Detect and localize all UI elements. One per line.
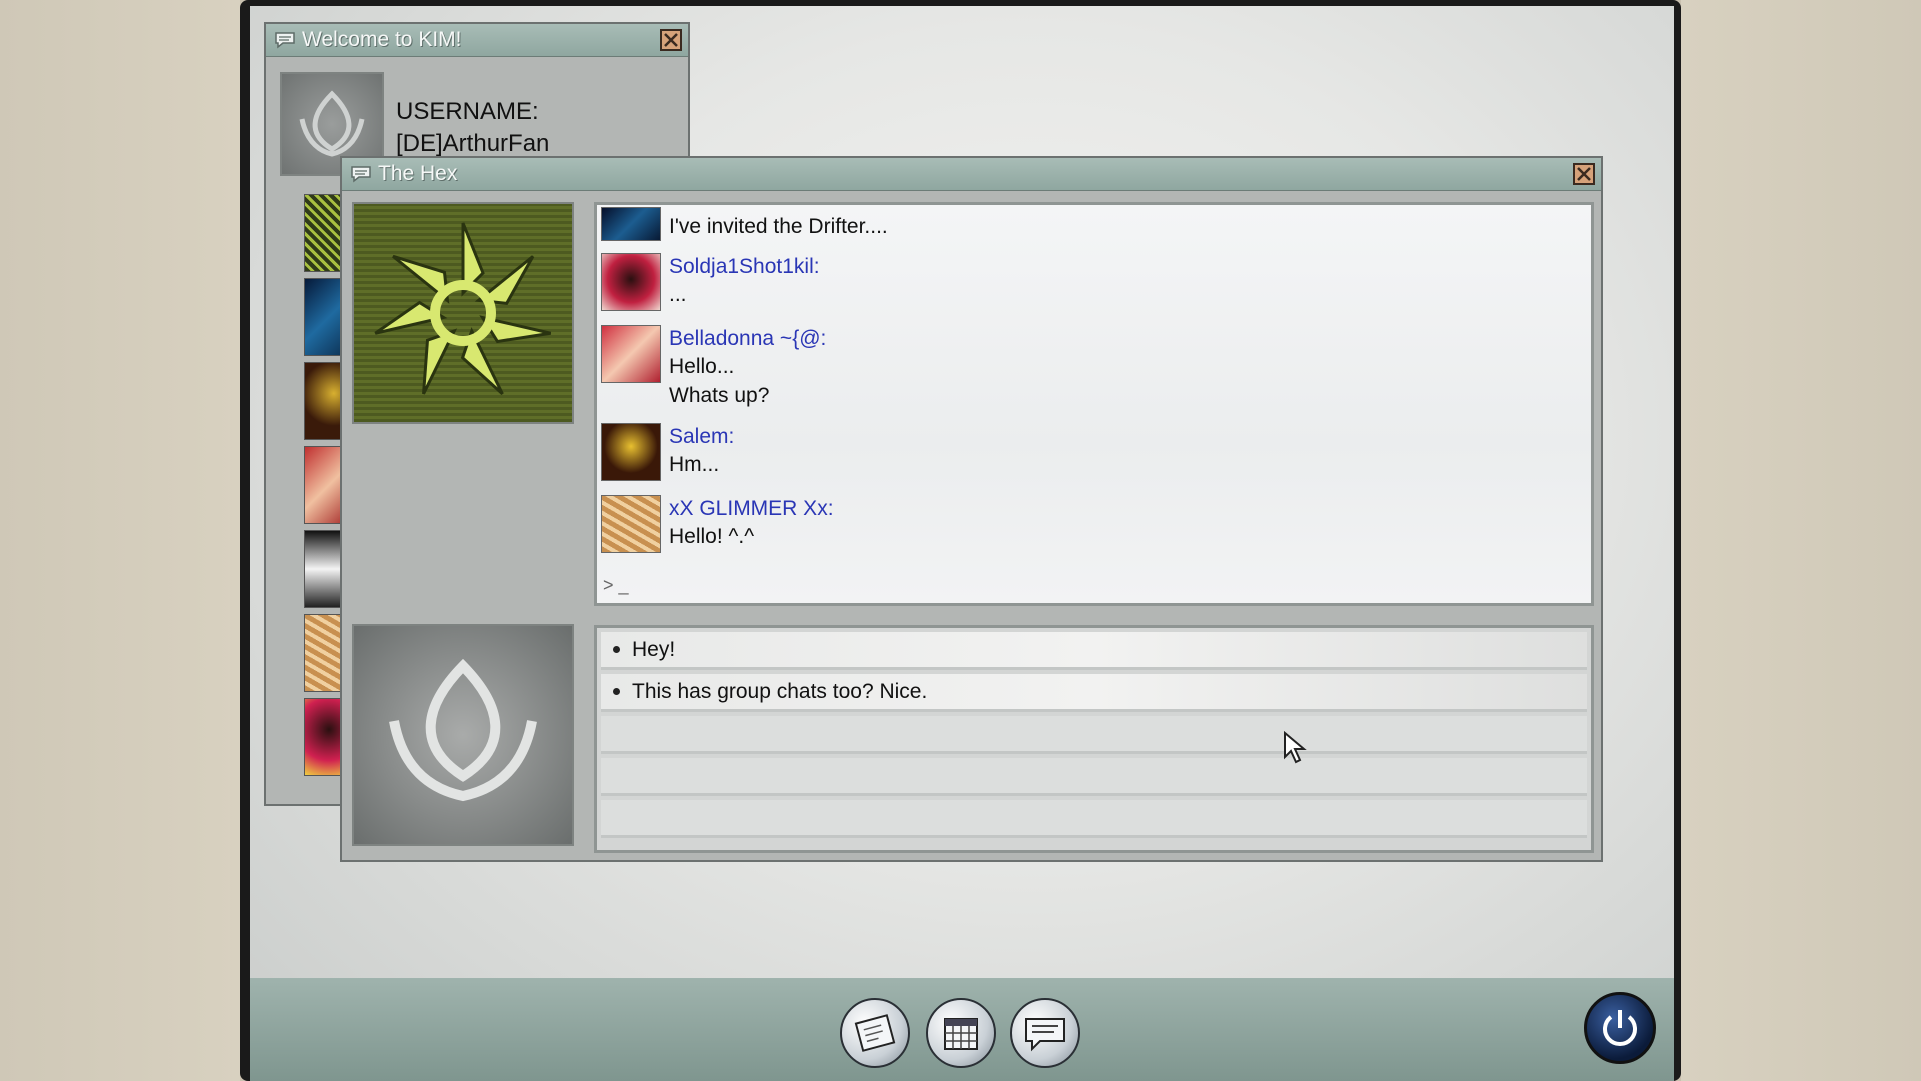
welcome-title: Welcome to KIM! [302,28,462,51]
message-text: Hello... [669,355,735,378]
close-icon [664,33,678,47]
mouse-cursor-icon [1284,731,1307,764]
lotus-icon [389,658,537,802]
calendar-icon[interactable] [926,998,996,1068]
bullet-icon [613,688,620,695]
chat-titlebar[interactable]: The Hex [342,158,1601,191]
message-sender: Belladonna ~{@: [669,327,827,350]
belladonna-avatar [601,325,661,383]
soldja-avatar [601,253,661,311]
message-text: Whats up? [669,384,770,407]
message-sender: xX GLIMMER Xx: [669,497,834,520]
welcome-close-button[interactable] [660,29,682,51]
message-text: Hello! ^.^ [669,525,755,548]
username-label: USERNAME: [396,98,539,125]
self-avatar [352,624,574,846]
chat-bubble-icon[interactable] [1010,998,1080,1068]
calendar-glyph [944,1018,978,1050]
screen: Welcome to KIM! USERNAME: [DE]ArthurFan … [250,6,1674,1081]
message-sender: Soldja1Shot1kil: [669,255,820,278]
group-avatar [352,202,574,424]
close-icon [1577,167,1591,181]
taskbar [250,978,1674,1081]
chat-window: The Hex I've invited the Drifter.... Sol… [340,156,1603,862]
chat-glyph [1025,1018,1065,1052]
chat-close-button[interactable] [1573,163,1595,185]
message-text: Hm... [669,453,720,476]
reply-slot-empty [601,716,1587,754]
notebook-glyph [854,1014,896,1052]
message-text: ... [669,283,687,306]
welcome-titlebar[interactable]: Welcome to KIM! [266,24,688,57]
chat-log: I've invited the Drifter.... Soldja1Shot… [594,202,1594,606]
reply-text: Hey! [632,637,676,661]
reply-options: Hey! This has group chats too? Nice. [594,625,1594,853]
username-value: [DE]ArthurFan [396,130,550,157]
input-prompt[interactable]: > _ [603,575,629,596]
chat-bubble-icon [275,32,295,49]
chat-bubble-icon [351,166,371,183]
salem-avatar [601,423,661,481]
bullet-icon [613,646,620,653]
power-icon [1603,1010,1637,1046]
reply-option[interactable]: This has group chats too? Nice. [601,674,1587,712]
desk-left [0,0,240,1081]
drifter-avatar [601,207,661,241]
hex-spiral-icon [374,222,552,396]
desk-right [1681,0,1921,1081]
message-sender: Salem: [669,425,735,448]
power-button[interactable] [1584,992,1656,1064]
reply-text: This has group chats too? Nice. [632,679,928,703]
notebook-icon[interactable] [840,998,910,1068]
chat-title: The Hex [378,162,458,185]
reply-slot-empty [601,758,1587,796]
message-text: I've invited the Drifter.... [669,215,888,238]
glimmer-avatar [601,495,661,553]
reply-slot-empty [601,800,1587,838]
reply-option[interactable]: Hey! [601,632,1587,670]
